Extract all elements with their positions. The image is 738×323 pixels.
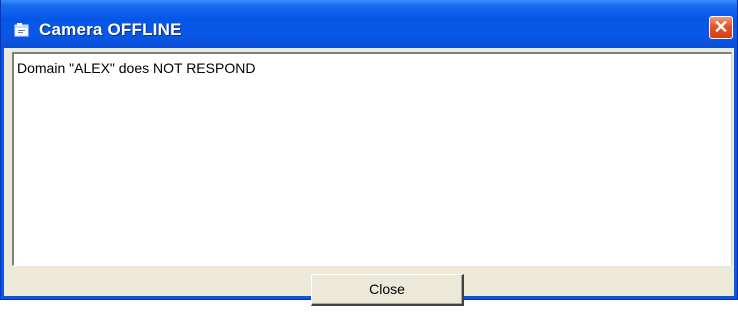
window-icon (14, 23, 29, 37)
close-icon[interactable]: ✕ (709, 16, 733, 39)
dialog-window: Camera OFFLINE ✕ Domain "ALEX" does NOT … (0, 0, 738, 306)
title-bar[interactable]: Camera OFFLINE ✕ (1, 0, 737, 48)
window-title: Camera OFFLINE (39, 20, 182, 39)
close-button[interactable]: Close (311, 274, 464, 306)
message-text: Domain "ALEX" does NOT RESPOND (17, 60, 256, 76)
message-box: Domain "ALEX" does NOT RESPOND (12, 52, 732, 266)
dialog-client-area: Domain "ALEX" does NOT RESPOND Close (4, 48, 734, 306)
